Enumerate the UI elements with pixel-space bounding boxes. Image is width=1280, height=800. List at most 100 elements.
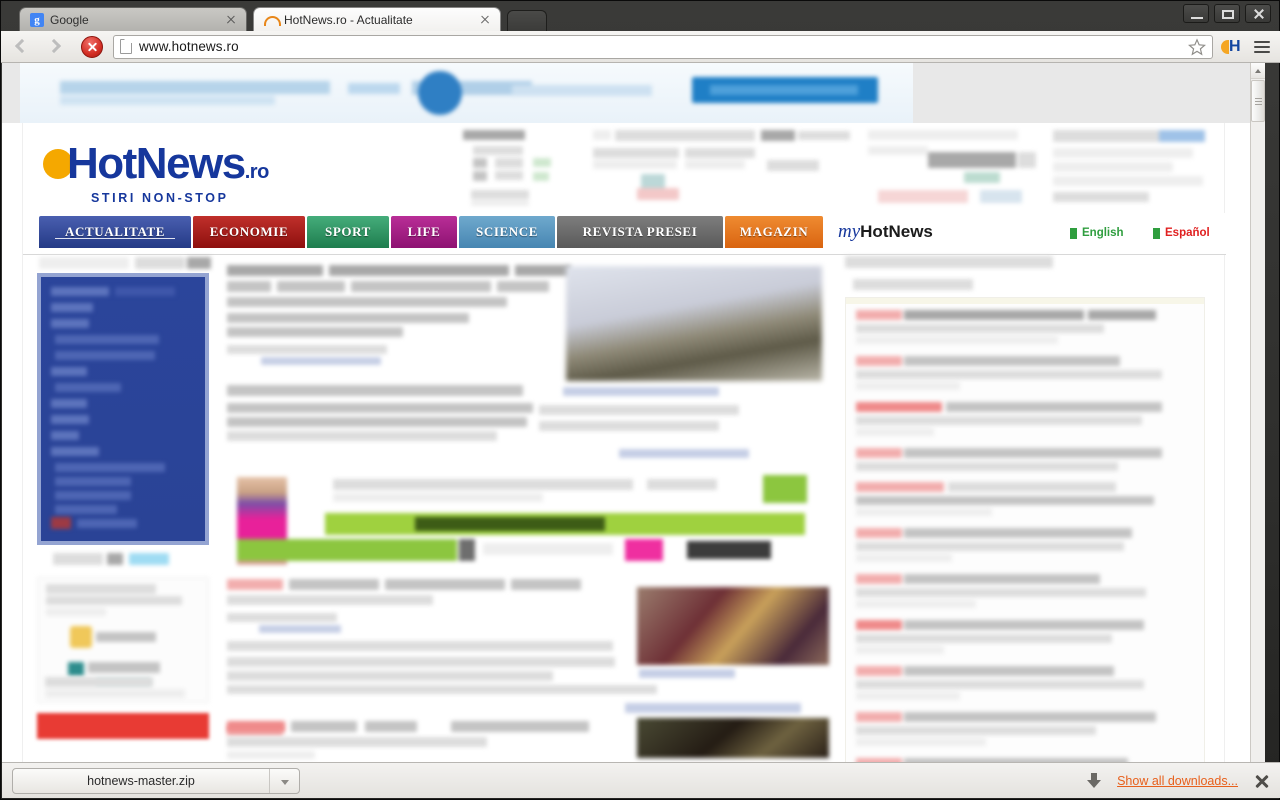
left-bar-under-menu: [37, 551, 209, 567]
logo-name: HotNews: [67, 139, 246, 188]
news-list-blur[interactable]: [846, 306, 1204, 763]
myhotnews-prefix: my: [838, 221, 861, 242]
bookmark-star-icon[interactable]: [1188, 37, 1206, 56]
left-red-banner[interactable]: [37, 713, 209, 739]
google-favicon-icon: g: [30, 12, 44, 27]
nav-item-science[interactable]: SCIENCE: [459, 216, 555, 248]
photo-caption: [559, 386, 825, 398]
download-arrow-icon: [1087, 772, 1102, 789]
web-page: HotNews.ro STIRI NON-STOP ACTUALITATE EC…: [2, 63, 1250, 763]
tab-close-icon[interactable]: [224, 13, 238, 27]
article-thumbnail-2[interactable]: [637, 718, 829, 758]
logo-suffix: .ro: [244, 161, 270, 183]
top-ad-banner[interactable]: [2, 63, 1250, 123]
left-topstrip: [35, 255, 211, 271]
hamburger-menu-icon[interactable]: [1251, 36, 1273, 58]
flag-icon: [1070, 227, 1077, 239]
page-scrollbar[interactable]: [1250, 63, 1265, 763]
site-navigation: ACTUALITATE ECONOMIE SPORT LIFE SCIENCE: [23, 213, 1226, 255]
downloads-bar: hotnews-master.zip Show all downloads...: [2, 762, 1280, 798]
flag-icon: [1153, 227, 1160, 239]
stop-button[interactable]: [81, 35, 103, 58]
downloads-bar-actions: Show all downloads...: [1087, 772, 1270, 789]
nav-item-revista-presei[interactable]: REVISTA PRESEI: [557, 216, 723, 248]
article-thumbnail[interactable]: [637, 587, 829, 665]
myhotnews-name: HotNews: [860, 222, 933, 241]
nav-item-label: MAGAZIN: [739, 224, 809, 239]
scroll-up-button[interactable]: [1251, 63, 1265, 79]
left-sidebar: [35, 255, 211, 763]
tab-title: HotNews.ro - Actualitate: [284, 12, 413, 27]
window-controls: [1183, 4, 1271, 23]
minimize-button[interactable]: [1183, 4, 1209, 23]
download-dropdown-icon[interactable]: [269, 768, 299, 793]
url-text[interactable]: www.hotnews.ro: [139, 39, 1181, 54]
right-topstrip: [843, 255, 1055, 269]
nav-item-life[interactable]: LIFE: [391, 216, 457, 248]
tab-hotnews[interactable]: HotNews.ro - Actualitate: [253, 7, 501, 31]
maximize-button[interactable]: [1214, 4, 1240, 23]
nav-item-label: SPORT: [325, 224, 371, 239]
left-card-footer: [37, 675, 209, 705]
forward-button[interactable]: [43, 34, 71, 60]
ad-creative[interactable]: [20, 63, 913, 123]
download-item[interactable]: hotnews-master.zip: [12, 767, 300, 794]
masthead-widget-ticker[interactable]: [461, 128, 561, 206]
browser-window: g Google HotNews.ro - Actualitate www.ho…: [0, 0, 1280, 800]
language-link-espanol[interactable]: Español: [1153, 227, 1210, 239]
masthead-widget-weather[interactable]: [593, 128, 850, 206]
hotnews-favicon-icon: [264, 13, 281, 27]
address-bar[interactable]: www.hotnews.ro: [113, 34, 1213, 59]
extension-glyph: [1221, 39, 1229, 54]
nav-item-label: ACTUALITATE: [64, 224, 166, 239]
sidebar-menu-panel[interactable]: [37, 273, 209, 545]
main-column: [219, 255, 835, 763]
nav-item-label: REVISTA PRESEI: [582, 224, 698, 239]
ad-blur-layer: [20, 63, 913, 123]
chevron-right-icon: [46, 38, 62, 53]
nav-item-actualitate[interactable]: ACTUALITATE: [39, 216, 191, 248]
new-tab-button[interactable]: [507, 10, 547, 31]
panel-accent: [846, 298, 1204, 304]
logo-tagline: STIRI NON-STOP: [91, 191, 229, 205]
nav-item-label: SCIENCE: [476, 224, 538, 239]
right-section-title: [845, 277, 1205, 293]
news-list-panel: [845, 297, 1205, 763]
nav-item-label: ECONOMIE: [209, 224, 289, 239]
browser-toolbar: www.hotnews.ro H: [1, 31, 1280, 63]
extension-letter: H: [1229, 37, 1241, 55]
tab-title: Google: [50, 12, 89, 27]
language-label: Español: [1165, 227, 1210, 239]
language-link-english[interactable]: English: [1070, 227, 1124, 239]
site-masthead: HotNews.ro STIRI NON-STOP: [23, 123, 1226, 213]
show-all-downloads-link[interactable]: Show all downloads...: [1117, 774, 1238, 788]
page-viewport: HotNews.ro STIRI NON-STOP ACTUALITATE EC…: [2, 63, 1265, 763]
close-downloads-bar-icon[interactable]: [1254, 773, 1270, 789]
language-label: English: [1082, 227, 1124, 239]
tab-close-icon[interactable]: [478, 13, 492, 27]
myhotnews-logo[interactable]: myHotNews: [838, 221, 933, 243]
article-thumb-caption: [635, 667, 831, 681]
nav-item-economie[interactable]: ECONOMIE: [193, 216, 305, 248]
logo-wordmark: HotNews.ro: [67, 139, 269, 197]
download-file-name: hotnews-master.zip: [87, 773, 195, 788]
promo-banner[interactable]: [227, 473, 807, 565]
lead-story-photo[interactable]: [566, 266, 822, 381]
masthead-widget-promo[interactable]: [1053, 128, 1205, 206]
sidebar-menu-blur: [41, 277, 205, 541]
masthead-widget-exchange[interactable]: [868, 128, 1038, 206]
close-window-button[interactable]: [1245, 4, 1271, 23]
back-button[interactable]: [9, 34, 37, 60]
site-content: [23, 255, 1226, 763]
page-icon: [120, 39, 132, 54]
tab-strip: g Google HotNews.ro - Actualitate: [1, 1, 1280, 31]
chevron-left-icon: [14, 38, 30, 53]
nav-item-magazin[interactable]: MAGAZIN: [725, 216, 823, 248]
tab-google[interactable]: g Google: [19, 7, 247, 31]
extension-icon[interactable]: H: [1219, 36, 1245, 58]
right-sidebar: [843, 255, 1215, 763]
nav-item-label: LIFE: [407, 224, 441, 239]
nav-item-sport[interactable]: SPORT: [307, 216, 389, 248]
scrollbar-thumb[interactable]: [1251, 80, 1265, 122]
hotnews-site: HotNews.ro STIRI NON-STOP ACTUALITATE EC…: [22, 123, 1226, 763]
